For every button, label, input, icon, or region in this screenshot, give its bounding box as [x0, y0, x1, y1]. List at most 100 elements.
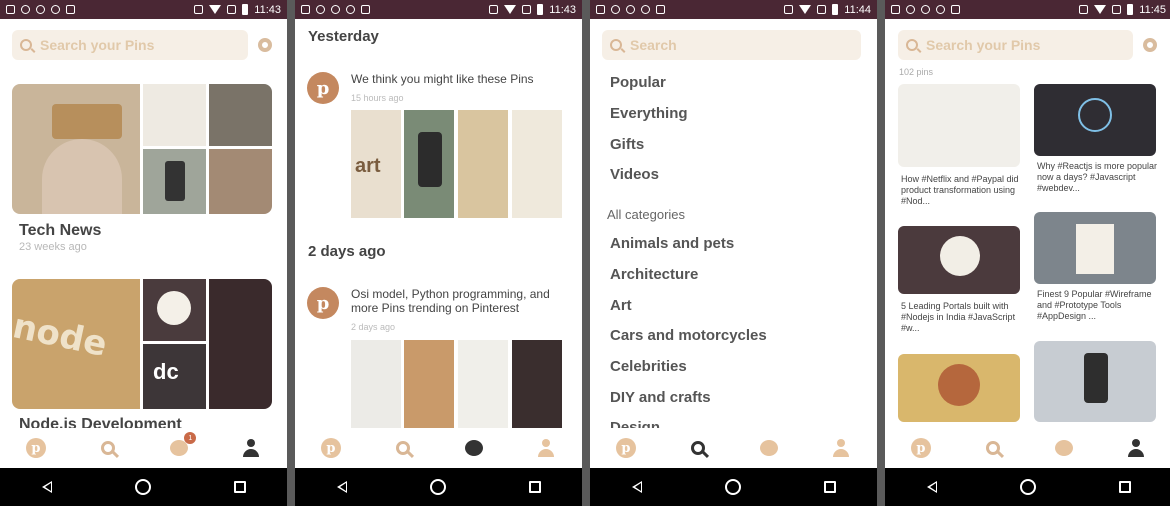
board-image: dc — [143, 344, 206, 409]
menu-item-popular[interactable]: Popular — [610, 74, 666, 91]
pin-thumbnail[interactable]: art — [351, 110, 401, 218]
tab-home[interactable]: p — [320, 437, 342, 459]
back-icon[interactable] — [41, 481, 52, 493]
categories-heading: All categories — [607, 207, 686, 222]
search-input[interactable] — [926, 37, 1106, 53]
wifi-icon — [504, 5, 517, 14]
back-icon[interactable] — [631, 481, 642, 493]
system-nav-bar — [885, 468, 1170, 506]
home-icon[interactable] — [724, 479, 741, 495]
pin-caption[interactable]: Why #Reactjs is more popular now a days?… — [1037, 161, 1159, 194]
board-subtitle: 23 weeks ago — [19, 241, 87, 253]
category-item[interactable]: Celebrities — [610, 358, 687, 375]
status-bar: 11:43 — [0, 0, 287, 19]
pin-caption[interactable]: 5 Leading Portals built with #Nodejs in … — [901, 301, 1023, 334]
pin-thumbnail[interactable] — [458, 110, 508, 218]
system-nav-bar — [590, 468, 877, 506]
chrome-icon — [921, 5, 930, 14]
gear-icon[interactable] — [258, 38, 272, 52]
board-cover-node[interactable]: node dc — [12, 279, 272, 409]
tab-profile[interactable] — [830, 437, 852, 459]
pin-image[interactable] — [1034, 212, 1156, 284]
pin-caption[interactable]: How #Netflix and #Paypal did product tra… — [901, 174, 1023, 207]
board-title[interactable]: Tech News — [19, 222, 101, 240]
search-icon — [100, 441, 115, 455]
system-nav-bar — [0, 468, 287, 506]
home-icon[interactable] — [134, 479, 151, 495]
tab-home[interactable]: p — [910, 437, 932, 459]
vibrate-icon — [489, 5, 499, 14]
pin-image[interactable] — [898, 354, 1020, 422]
search-icon — [610, 39, 622, 51]
vibrate-icon — [784, 5, 794, 14]
pin-image[interactable] — [898, 84, 1020, 167]
search-bar[interactable] — [602, 30, 861, 60]
pin-image[interactable] — [898, 226, 1020, 294]
tab-profile[interactable] — [1125, 437, 1147, 459]
recents-icon[interactable] — [1118, 481, 1131, 493]
pinterest-icon: p — [320, 438, 341, 458]
menu-item-videos[interactable]: Videos — [610, 166, 659, 183]
tab-search[interactable] — [97, 437, 119, 459]
tab-home[interactable]: p — [25, 437, 47, 459]
home-icon[interactable] — [429, 479, 446, 495]
gallery-icon — [891, 5, 900, 14]
pinterest-icon: p — [307, 287, 339, 319]
pin-thumbnail[interactable] — [351, 340, 401, 428]
pin-thumbnail[interactable] — [512, 110, 562, 218]
pin-thumbnail[interactable] — [512, 340, 562, 428]
board-image — [209, 149, 272, 214]
category-item[interactable]: DIY and crafts — [610, 389, 711, 406]
category-item[interactable]: Animals and pets — [610, 235, 734, 252]
board-image — [143, 279, 206, 341]
section-heading: Yesterday — [308, 28, 379, 45]
board-cover-tech-news[interactable] — [12, 84, 272, 214]
no-signal-icon — [227, 5, 237, 14]
back-icon[interactable] — [336, 481, 347, 493]
category-item[interactable]: Art — [610, 297, 632, 314]
tab-notifications[interactable]: 1 — [168, 432, 197, 459]
pin-thumbnail[interactable] — [404, 340, 454, 428]
wifi-icon — [799, 5, 812, 14]
bottom-tab-bar: p — [590, 428, 877, 468]
search-input[interactable] — [630, 37, 810, 53]
tab-notifications[interactable] — [463, 437, 485, 459]
tab-notifications[interactable] — [758, 437, 780, 459]
menu-item-gifts[interactable]: Gifts — [610, 136, 644, 153]
pin-thumbnail[interactable] — [458, 340, 508, 428]
pin-image[interactable] — [1034, 341, 1156, 422]
tab-search[interactable] — [392, 437, 414, 459]
gallery-icon — [301, 5, 310, 14]
category-item[interactable]: Cars and motorcycles — [610, 327, 767, 344]
notification-text[interactable]: Osi model, Python programming, and more … — [351, 287, 566, 315]
tab-search[interactable] — [687, 437, 709, 459]
menu-item-everything[interactable]: Everything — [610, 105, 688, 122]
search-input[interactable] — [40, 37, 220, 53]
section-heading: 2 days ago — [308, 243, 386, 260]
recents-icon[interactable] — [528, 481, 541, 493]
tab-search[interactable] — [982, 437, 1004, 459]
back-icon[interactable] — [926, 481, 937, 493]
pin-image[interactable] — [1034, 84, 1156, 156]
search-bar[interactable] — [12, 30, 248, 60]
tab-profile[interactable] — [240, 437, 262, 459]
battery-icon — [242, 4, 249, 15]
board-image — [209, 279, 272, 409]
pin-thumbnail[interactable] — [404, 110, 454, 218]
notification-text[interactable]: We think you might like these Pins — [351, 72, 566, 86]
clock: 11:43 — [254, 3, 281, 16]
tab-profile[interactable] — [535, 437, 557, 459]
profile-icon — [1128, 439, 1145, 457]
tab-home[interactable]: p — [615, 437, 637, 459]
tab-notifications[interactable] — [1053, 437, 1075, 459]
recents-icon[interactable] — [233, 481, 246, 493]
home-icon[interactable] — [1019, 479, 1036, 495]
notification-badge: 1 — [184, 432, 197, 444]
chrome-icon — [36, 5, 45, 14]
gear-icon[interactable] — [1143, 38, 1157, 52]
pin-caption[interactable]: Finest 9 Popular #Wireframe and #Prototy… — [1037, 289, 1159, 322]
search-bar[interactable] — [898, 30, 1133, 60]
recents-icon[interactable] — [823, 481, 836, 493]
category-item[interactable]: Architecture — [610, 266, 698, 283]
bottom-tab-bar: p — [885, 428, 1170, 468]
